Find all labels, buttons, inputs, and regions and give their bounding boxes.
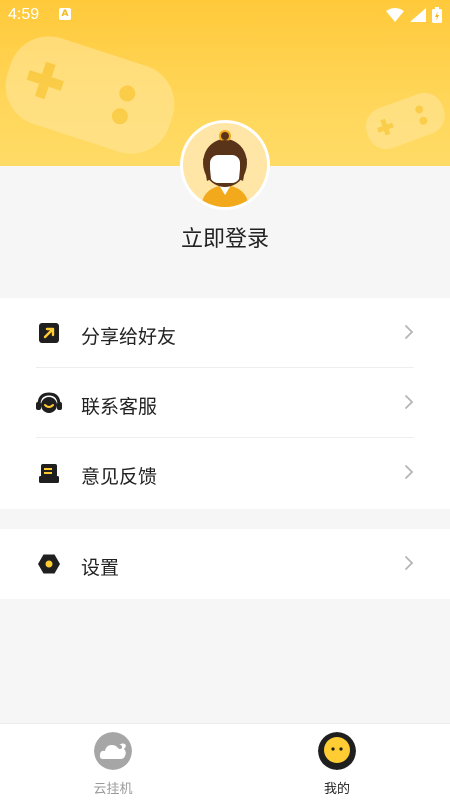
wifi-icon	[386, 8, 404, 22]
menu-list: 分享给好友 联系客服 意见反馈	[0, 298, 450, 509]
nav-label: 我的	[323, 782, 350, 797]
avatar-illustration-icon	[183, 123, 267, 207]
profile-face-icon	[318, 732, 356, 770]
tab-cloud-hosting[interactable]: 云挂机	[63, 732, 163, 797]
chevron-right-icon	[405, 325, 414, 339]
menu-item-share[interactable]: 分享给好友	[0, 298, 450, 368]
status-icons	[386, 7, 442, 23]
settings-list: 设置	[0, 529, 450, 599]
login-button[interactable]: 立即登录	[0, 221, 450, 253]
menu-item-label: 设置	[81, 557, 120, 579]
chevron-right-icon	[405, 395, 414, 409]
nav-label: 云挂机	[93, 782, 133, 797]
chevron-right-icon	[405, 465, 414, 479]
menu-item-settings[interactable]: 设置	[0, 529, 450, 599]
menu-item-label: 分享给好友	[81, 326, 177, 348]
battery-icon	[432, 7, 442, 23]
headset-icon	[36, 392, 62, 413]
share-icon	[39, 323, 59, 343]
menu-item-feedback[interactable]: 意见反馈	[0, 438, 450, 508]
chevron-right-icon	[405, 556, 414, 570]
settings-icon	[38, 554, 60, 574]
status-bar: 4:59 A	[0, 0, 450, 30]
tab-mine[interactable]: 我的	[287, 732, 387, 797]
notification-a-icon: A	[59, 8, 71, 20]
menu-item-label: 意见反馈	[81, 466, 158, 488]
feedback-icon	[39, 464, 59, 483]
signal-icon	[410, 8, 426, 22]
menu-item-label: 联系客服	[81, 396, 158, 418]
avatar[interactable]	[180, 120, 270, 210]
status-time: 4:59	[8, 6, 40, 23]
gamepad-decoration-right	[365, 92, 445, 150]
gamepad-decoration-left	[5, 36, 175, 154]
cloud-icon	[94, 732, 132, 770]
menu-item-customer-service[interactable]: 联系客服	[0, 368, 450, 438]
bottom-navigation: 云挂机 我的	[0, 723, 450, 800]
